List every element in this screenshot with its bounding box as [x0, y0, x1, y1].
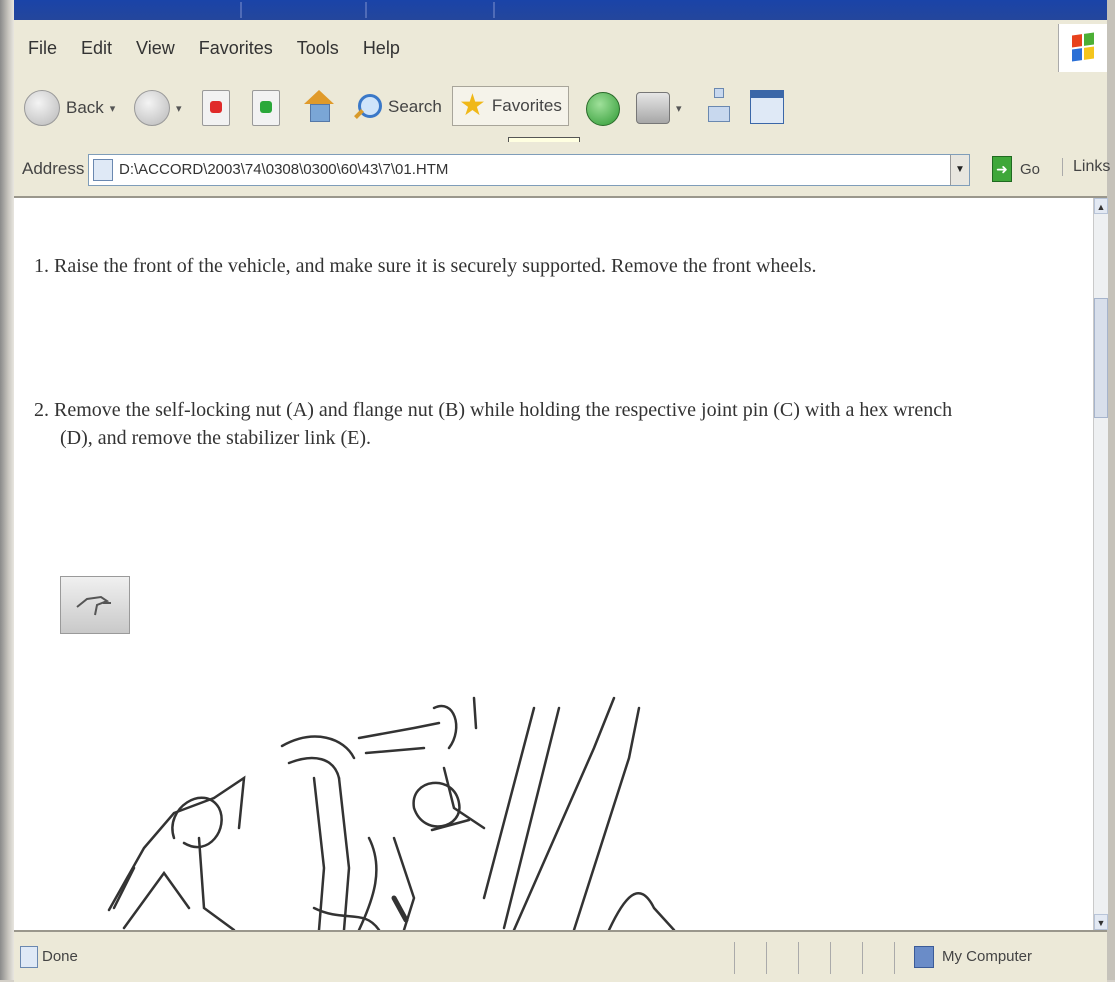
status-panel	[734, 942, 765, 974]
back-arrow-icon	[24, 90, 60, 126]
home-button[interactable]	[302, 88, 336, 122]
address-bar: Address D:\ACCORD\2003\74\0308\0300\60\4…	[14, 142, 1110, 198]
edit-page-icon	[750, 90, 784, 124]
pointing-hand-icon	[76, 595, 111, 616]
address-dropdown-icon[interactable]: ▼	[950, 155, 969, 185]
forward-button[interactable]: ▾	[134, 90, 182, 126]
go-label: Go	[1020, 160, 1041, 178]
favorites-button[interactable]: ★ Favorites	[452, 86, 569, 126]
stop-button[interactable]	[202, 90, 230, 126]
title-bar-separator	[365, 2, 367, 18]
back-label: Back	[66, 98, 104, 117]
search-icon	[352, 92, 382, 122]
favorites-label: Favorites	[491, 96, 562, 115]
title-bar-separator	[493, 2, 495, 18]
back-button[interactable]: Back ▾	[24, 90, 115, 126]
media-button[interactable]	[586, 92, 620, 126]
favorites-star-icon: ★	[459, 89, 486, 122]
refresh-button[interactable]	[252, 90, 280, 126]
status-panel	[862, 942, 893, 974]
edit-button[interactable]	[750, 90, 784, 124]
go-arrow-icon: ➜	[992, 156, 1012, 182]
page-content: 1. Raise the front of the vehicle, and m…	[14, 198, 1093, 930]
scroll-down-icon[interactable]: ▼	[1094, 914, 1108, 930]
forward-arrow-icon	[134, 90, 170, 126]
mail-icon	[708, 88, 730, 124]
image-link-button[interactable]	[60, 576, 130, 634]
search-button[interactable]: Search	[352, 92, 442, 122]
windows-flag-icon	[1072, 32, 1094, 62]
scrollbar-thumb[interactable]	[1094, 298, 1108, 418]
my-computer-icon	[914, 946, 934, 968]
status-text: Done	[42, 948, 78, 965]
print-dropdown-icon[interactable]: ▾	[676, 102, 682, 115]
menu-bar: File Edit View Favorites Tools Help	[14, 20, 1107, 77]
address-value[interactable]: D:\ACCORD\2003\74\0308\0300\60\43\7\01.H…	[119, 161, 448, 178]
status-panel	[798, 942, 829, 974]
mail-button[interactable]	[708, 88, 730, 124]
menu-help[interactable]: Help	[363, 38, 400, 59]
links-button[interactable]: Links»	[1062, 158, 1115, 176]
procedure-step-2-line-2: (D), and remove the stabilizer link (E).	[60, 427, 371, 449]
address-label: Address	[22, 159, 85, 178]
procedure-step-2: 2. Remove the self-locking nut (A) and f…	[34, 396, 1064, 452]
procedure-step-2-line-1: 2. Remove the self-locking nut (A) and f…	[34, 399, 953, 421]
menu-view[interactable]: View	[136, 38, 175, 59]
vertical-scrollbar[interactable]: ▲ ▼	[1093, 198, 1108, 930]
window-title-bar	[0, 0, 1115, 20]
windows-logo	[1058, 24, 1107, 72]
procedure-step-1: 1. Raise the front of the vehicle, and m…	[34, 255, 817, 277]
menu-favorites[interactable]: Favorites	[199, 38, 273, 59]
back-dropdown-icon[interactable]: ▾	[110, 102, 116, 115]
menu-edit[interactable]: Edit	[81, 38, 112, 59]
scroll-up-icon[interactable]: ▲	[1094, 198, 1108, 214]
forward-dropdown-icon[interactable]: ▾	[176, 102, 182, 115]
window-left-edge	[0, 0, 14, 980]
print-icon	[636, 92, 670, 124]
stabilizer-link-diagram	[107, 696, 676, 930]
page-icon	[93, 159, 113, 181]
refresh-icon	[252, 90, 280, 126]
search-label: Search	[388, 97, 442, 116]
page-status-icon	[20, 946, 38, 968]
address-input[interactable]: D:\ACCORD\2003\74\0308\0300\60\43\7\01.H…	[88, 154, 970, 186]
stop-icon	[202, 90, 230, 126]
window-right-edge	[1107, 0, 1115, 980]
home-icon	[302, 88, 336, 122]
status-bar: Done My Computer	[14, 930, 1107, 982]
security-zone-text: My Computer	[942, 948, 1033, 965]
go-button[interactable]: ➜ Go	[992, 156, 1040, 182]
print-button[interactable]: ▾	[636, 92, 682, 124]
standard-toolbar: Back ▾ ▾ Search ★ Favorites ▾	[14, 76, 1107, 143]
menu-file[interactable]: File	[28, 38, 57, 59]
status-panel	[766, 942, 797, 974]
status-panel	[830, 942, 861, 974]
links-label: Links	[1073, 158, 1111, 175]
menu-tools[interactable]: Tools	[297, 38, 339, 59]
title-bar-separator	[240, 2, 242, 18]
media-icon	[586, 92, 620, 126]
